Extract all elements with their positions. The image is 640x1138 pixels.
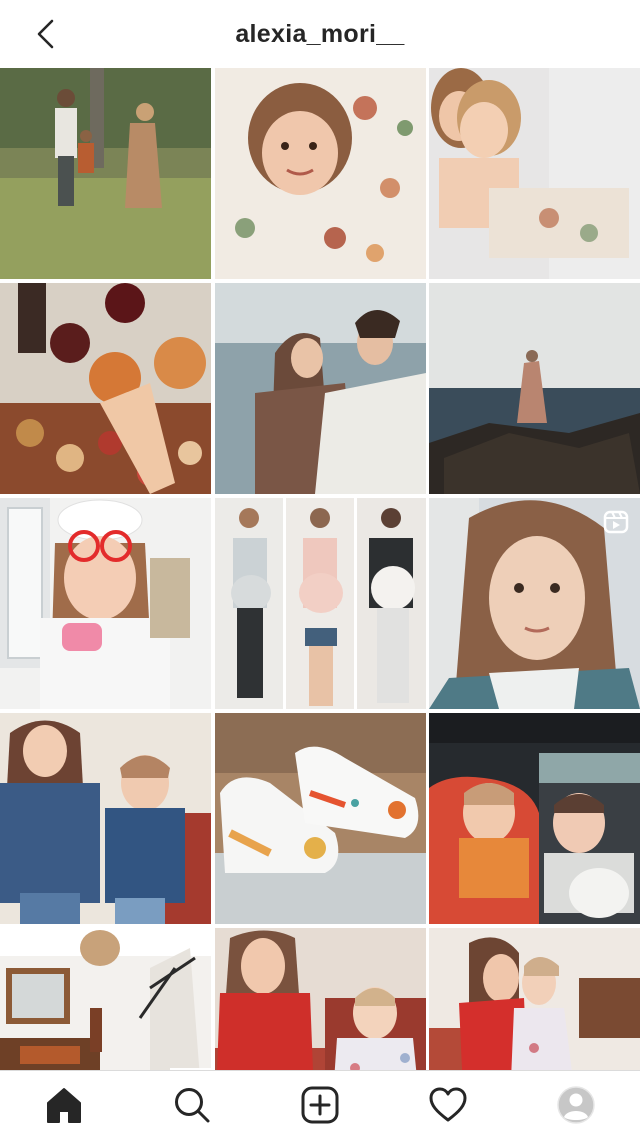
nav-home-button[interactable] xyxy=(34,1075,94,1135)
home-icon xyxy=(47,1087,81,1123)
search-icon xyxy=(175,1087,210,1122)
username-title: alexia_mori__ xyxy=(235,19,405,48)
profile-feed-screen: alexia_mori__ xyxy=(0,0,640,1138)
nav-search-button[interactable] xyxy=(162,1075,222,1135)
nav-profile-button[interactable] xyxy=(546,1075,606,1135)
reel-icon xyxy=(603,510,629,534)
post-tile-girl-floral-bedding[interactable] xyxy=(214,68,426,279)
post-tile-family-in-park[interactable] xyxy=(0,68,211,279)
post-tile-couple-by-sea[interactable] xyxy=(214,283,426,494)
post-image xyxy=(214,283,426,494)
avatar-icon xyxy=(557,1085,595,1124)
back-button[interactable] xyxy=(26,14,66,54)
post-image xyxy=(0,68,211,279)
post-image xyxy=(0,713,211,924)
heart-icon xyxy=(429,1087,467,1121)
post-tile-woman-selfie[interactable] xyxy=(429,498,640,709)
post-tile-two-girls-hugging[interactable] xyxy=(429,68,640,279)
post-tile-baby-sneakers[interactable] xyxy=(214,713,426,924)
post-tile-toast-drinks[interactable] xyxy=(0,283,211,494)
posts-grid xyxy=(0,68,640,1138)
post-image xyxy=(0,283,211,494)
post-image xyxy=(214,498,426,709)
post-image xyxy=(214,713,426,924)
post-image xyxy=(429,283,640,494)
post-tile-kids-car-seats[interactable] xyxy=(429,713,640,924)
plus-square-icon xyxy=(301,1086,339,1123)
nav-activity-button[interactable] xyxy=(418,1075,478,1135)
post-tile-pregnancy-triptych[interactable] xyxy=(214,498,426,709)
top-bar: alexia_mori__ xyxy=(0,0,640,68)
post-image xyxy=(0,498,211,709)
post-image xyxy=(429,713,640,924)
post-image xyxy=(429,68,640,279)
post-image xyxy=(214,68,426,279)
post-tile-woman-rocks-sea[interactable] xyxy=(429,283,640,494)
post-tile-girl-doctor[interactable] xyxy=(0,498,211,709)
bottom-navigation xyxy=(0,1070,640,1138)
nav-new-post-button[interactable] xyxy=(290,1075,350,1135)
post-tile-girls-denim[interactable] xyxy=(0,713,211,924)
chevron-left-icon xyxy=(37,19,54,49)
